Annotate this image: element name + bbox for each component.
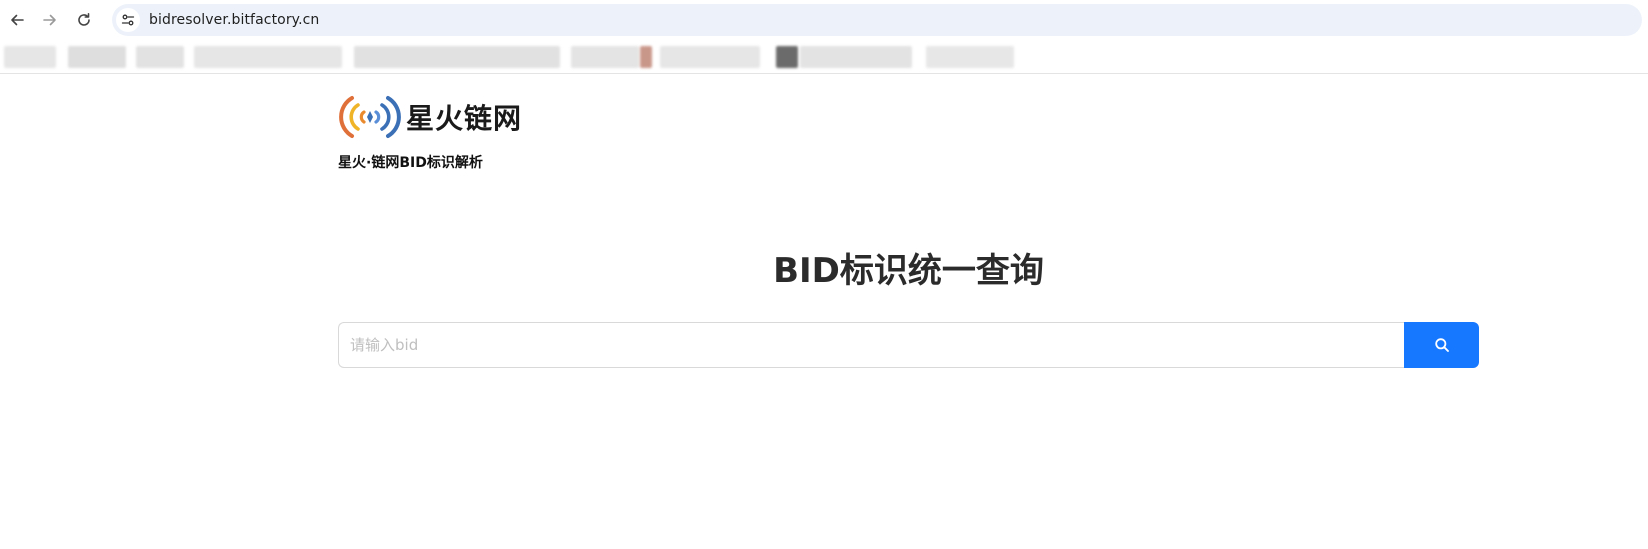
bookmarks-bar	[0, 40, 1648, 74]
site-logo[interactable]: 星火链网	[338, 94, 522, 140]
tune-icon	[121, 14, 135, 26]
arrow-left-icon	[11, 14, 24, 26]
forward-button[interactable]	[38, 8, 62, 32]
site-info-button[interactable]	[116, 8, 140, 32]
bookmark-item[interactable]	[776, 46, 798, 68]
bookmark-item[interactable]	[571, 46, 639, 68]
reload-button[interactable]	[72, 8, 96, 32]
arrow-right-icon	[43, 14, 56, 26]
bookmark-item[interactable]	[354, 46, 560, 68]
url-text[interactable]: bidresolver.bitfactory.cn	[149, 12, 319, 28]
logo-text: 星火链网	[406, 102, 523, 135]
search-button[interactable]	[1404, 322, 1479, 368]
bookmark-item[interactable]	[800, 46, 912, 68]
bookmark-item[interactable]	[640, 46, 652, 68]
site-subtitle: 星火·链网BID标识解析	[338, 155, 483, 171]
bookmark-item[interactable]	[68, 46, 126, 68]
bookmark-item[interactable]	[926, 46, 1014, 68]
page-title: BID标识统一查询	[773, 251, 1044, 291]
search-icon	[1434, 338, 1449, 352]
bookmark-item[interactable]	[4, 46, 56, 68]
address-bar[interactable]: bidresolver.bitfactory.cn	[112, 4, 1642, 36]
reload-icon	[78, 13, 90, 26]
bookmark-item[interactable]	[136, 46, 184, 68]
browser-toolbar: bidresolver.bitfactory.cn	[0, 0, 1648, 40]
bid-search-form	[338, 322, 1479, 368]
back-button[interactable]	[5, 8, 29, 32]
bookmark-item[interactable]	[194, 46, 342, 68]
signal-broadcast-icon	[339, 96, 401, 138]
bid-search-input[interactable]	[338, 322, 1404, 368]
bookmark-item[interactable]	[660, 46, 760, 68]
